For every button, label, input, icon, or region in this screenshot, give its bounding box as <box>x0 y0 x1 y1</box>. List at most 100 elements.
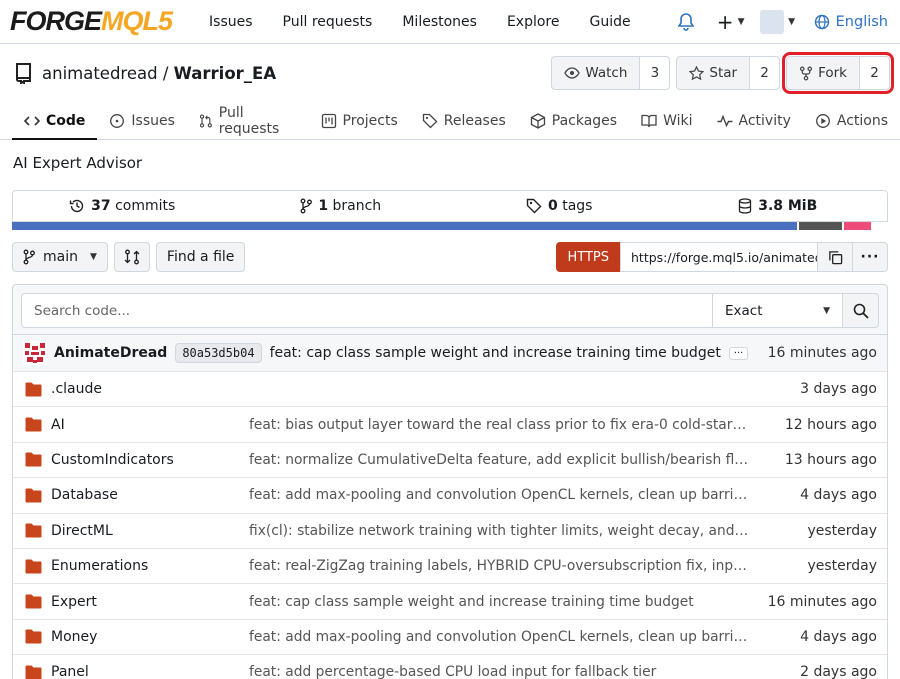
history-icon <box>69 199 84 213</box>
watch-count[interactable]: 3 <box>639 57 670 89</box>
code-icon <box>24 115 40 126</box>
tab-label: Releases <box>443 112 506 129</box>
file-name-link[interactable]: Enumerations <box>51 558 148 574</box>
repo-name-link[interactable]: Warrior_EA <box>174 64 276 83</box>
file-commit-time: 4 days ago <box>800 628 877 645</box>
commit-expand-button[interactable]: ··· <box>728 346 749 360</box>
file-name-link[interactable]: CustomIndicators <box>51 452 174 468</box>
file-name-link[interactable]: DirectML <box>51 523 113 539</box>
compare-button[interactable] <box>113 242 150 272</box>
file-commit-message[interactable]: feat: real-ZigZag training labels, HYBRI… <box>249 558 749 574</box>
language-bar-segment[interactable] <box>798 222 843 230</box>
repo-owner-link[interactable]: animatedread <box>42 64 158 83</box>
commit-sha[interactable]: 80a53d5b04 <box>175 343 262 363</box>
tag-icon <box>422 113 438 128</box>
user-menu[interactable]: ▼ <box>756 10 800 34</box>
logo-mql5-text: MQL5 <box>101 6 173 36</box>
language-bar-segment[interactable] <box>12 222 797 230</box>
star-button[interactable]: Star 2 <box>676 56 781 90</box>
create-new-menu[interactable]: + ▼ <box>706 10 756 34</box>
author-avatar[interactable] <box>23 341 47 365</box>
search-button[interactable] <box>843 293 879 328</box>
file-row[interactable]: CustomIndicators feat: normalize Cumulati… <box>13 441 887 478</box>
fork-button[interactable]: Fork 2 <box>782 52 894 94</box>
file-row[interactable]: Money feat: add max-pooling and convoluti… <box>13 618 887 655</box>
file-row[interactable]: DirectML fix(cl): stabilize network train… <box>13 512 887 548</box>
branch-selector[interactable]: main ▼ <box>12 242 108 272</box>
tab-label: Actions <box>836 112 888 129</box>
fork-label: Fork <box>818 65 847 81</box>
file-name-link[interactable]: Panel <box>51 664 89 679</box>
nav-link-guide[interactable]: Guide <box>575 0 646 43</box>
package-icon <box>530 112 545 129</box>
file-row[interactable]: Expert feat: cap class sample weight and … <box>13 583 887 619</box>
database-icon <box>739 198 752 214</box>
repo-toolbar: main ▼ Find a file HTTPS https://forge.m… <box>0 230 900 284</box>
star-count[interactable]: 2 <box>749 57 780 89</box>
language-bar-segment[interactable] <box>844 222 871 230</box>
commit-author[interactable]: AnimateDread <box>54 345 167 361</box>
branches-link[interactable]: 1 branch <box>232 198 451 214</box>
tab-packages[interactable]: Packages <box>518 102 629 139</box>
https-protocol-button[interactable]: HTTPS <box>556 242 620 272</box>
branch-icon <box>23 249 35 265</box>
book-icon <box>641 114 657 127</box>
fork-count[interactable]: 2 <box>859 57 889 89</box>
tab-issues[interactable]: Issues <box>97 102 187 139</box>
tab-projects[interactable]: Projects <box>309 102 410 139</box>
language-bar[interactable] <box>12 222 888 230</box>
search-mode-select[interactable]: Exact ▼ <box>713 293 843 328</box>
file-commit-message[interactable]: feat: bias output layer toward the real … <box>249 417 749 433</box>
tab-pull-requests[interactable]: Pull requests <box>187 102 309 139</box>
file-name-link[interactable]: .claude <box>51 381 102 397</box>
play-icon <box>815 113 830 128</box>
clone-url-field[interactable]: https://forge.mql5.io/animatedread/Warri… <box>620 242 818 272</box>
file-row[interactable]: .claude 3 days ago <box>13 371 887 407</box>
file-commit-message[interactable]: feat: normalize CumulativeDelta feature,… <box>249 452 749 468</box>
tab-actions[interactable]: Actions <box>803 102 900 139</box>
folder-icon <box>25 665 42 679</box>
file-name-link[interactable]: Database <box>51 487 118 503</box>
find-file-button[interactable]: Find a file <box>155 242 246 272</box>
file-commit-time: yesterday <box>807 558 877 575</box>
tags-link[interactable]: 0 tags <box>450 198 669 214</box>
tab-activity[interactable]: Activity <box>705 102 803 139</box>
search-code-input[interactable]: Search code... <box>21 293 713 328</box>
file-row[interactable]: Database feat: add max-pooling and convol… <box>13 477 887 513</box>
file-commit-time: 3 days ago <box>800 381 877 398</box>
branch-name: main <box>43 249 78 265</box>
tab-code[interactable]: Code <box>12 102 98 140</box>
logo-forge-text: FORGE <box>10 6 102 36</box>
folder-icon <box>25 452 42 467</box>
repo-size: 3.8 MiB <box>669 198 888 214</box>
commits-link[interactable]: 37 commits <box>13 198 232 214</box>
commit-message[interactable]: feat: cap class sample weight and increa… <box>270 345 721 361</box>
forge-logo[interactable]: FORGE MQL5 <box>10 6 173 37</box>
watch-button[interactable]: Watch 3 <box>551 56 671 90</box>
file-commit-message[interactable]: fix(cl): stabilize network training with… <box>249 523 749 539</box>
folder-icon <box>25 629 42 644</box>
nav-link-pull-requests[interactable]: Pull requests <box>268 0 388 43</box>
file-row[interactable]: AI feat: bias output layer toward the rea… <box>13 406 887 442</box>
file-commit-message[interactable]: feat: add max-pooling and convolution Op… <box>249 487 749 503</box>
tab-label: Issues <box>131 112 175 129</box>
nav-link-explore[interactable]: Explore <box>492 0 575 43</box>
chevron-down-icon: ▼ <box>788 17 796 27</box>
language-selector[interactable]: English <box>814 14 888 30</box>
file-name-link[interactable]: AI <box>51 417 65 433</box>
file-commit-message[interactable]: feat: cap class sample weight and increa… <box>249 594 749 610</box>
more-options-button[interactable]: ··· <box>853 242 888 272</box>
file-row[interactable]: Panel feat: add percentage-based CPU load… <box>13 654 887 679</box>
tab-releases[interactable]: Releases <box>410 102 518 139</box>
notification-bell-icon[interactable] <box>666 0 706 44</box>
file-name-link[interactable]: Expert <box>51 594 97 610</box>
file-name-link[interactable]: Money <box>51 629 97 645</box>
tab-wiki[interactable]: Wiki <box>629 102 704 139</box>
nav-link-milestones[interactable]: Milestones <box>387 0 492 43</box>
copy-url-button[interactable] <box>818 242 853 272</box>
folder-icon <box>25 594 42 609</box>
file-commit-message[interactable]: feat: add percentage-based CPU load inpu… <box>249 664 749 679</box>
nav-link-issues[interactable]: Issues <box>194 0 268 43</box>
file-commit-message[interactable]: feat: add max-pooling and convolution Op… <box>249 629 749 645</box>
file-row[interactable]: Enumerations feat: real-ZigZag training l… <box>13 547 887 584</box>
